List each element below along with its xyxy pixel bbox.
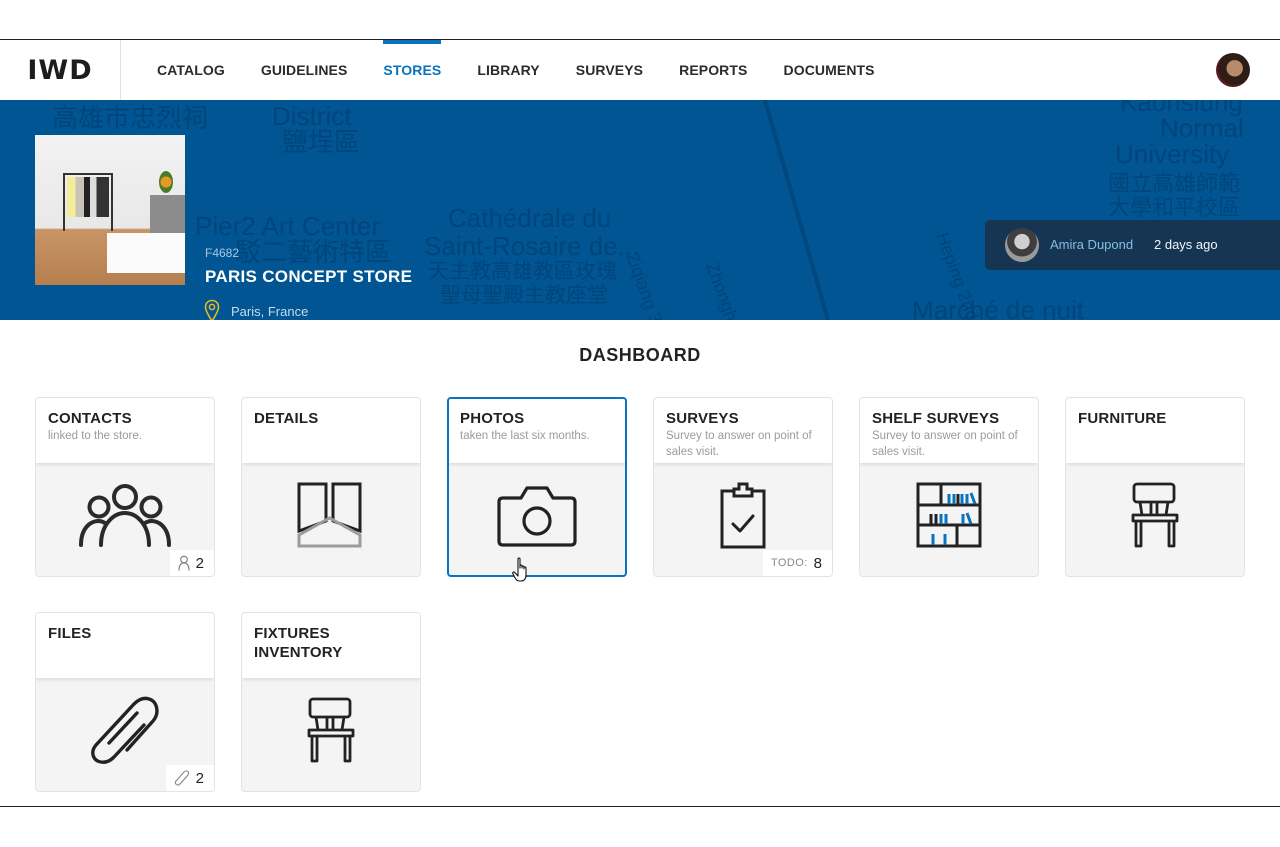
tile-subtitle: Survey to answer on point of sales visit…	[872, 430, 1018, 458]
nav-surveys[interactable]: SURVEYS	[558, 40, 661, 100]
map-label: 國立高雄師範	[1108, 171, 1241, 196]
map-label: Normal	[1160, 113, 1244, 143]
person-icon	[178, 555, 190, 571]
map-label: Cathédrale du	[448, 203, 612, 233]
nav-guidelines[interactable]: GUIDELINES	[243, 40, 366, 100]
tile-title: FURNITURE	[1078, 410, 1167, 427]
map-label: Pier2 Art Center	[195, 211, 380, 241]
top-navigation-bar: IWD CATALOG GUIDELINES STORES LIBRARY SU…	[0, 39, 1280, 100]
map-label: 聖母聖殿主教座堂	[440, 284, 608, 307]
todo-label: TODO:	[771, 557, 808, 569]
files-count-badge: 2	[165, 765, 214, 791]
user-avatar[interactable]	[1216, 53, 1250, 87]
map-pin-icon	[204, 299, 220, 320]
activity-user-avatar[interactable]	[1005, 228, 1039, 262]
tile-fixtures-inventory[interactable]: FIXTURES INVENTORY	[241, 612, 421, 792]
nav-reports[interactable]: REPORTS	[661, 40, 765, 100]
tile-contacts[interactable]: CONTACTS linked to the store. 2	[35, 397, 215, 577]
paperclip-small-icon	[174, 770, 189, 786]
activity-user-name[interactable]: Amira Dupond	[1050, 237, 1133, 252]
footer-divider	[0, 806, 1280, 807]
store-banner: 高雄市忠烈祠 District 鹽埕區 Pier2 Art Center 駁二藝…	[0, 100, 1280, 320]
last-activity: Amira Dupond 2 days ago	[985, 220, 1280, 270]
people-group-icon	[75, 480, 175, 550]
store-photo[interactable]	[35, 135, 185, 285]
map-label: Ziqiang 3rd Road	[622, 249, 689, 320]
paperclip-icon	[75, 695, 175, 765]
dashboard-title: DASHBOARD	[579, 345, 701, 365]
logo[interactable]: IWD	[0, 40, 121, 100]
map-label: 鹽埕區	[282, 127, 361, 157]
nav-library[interactable]: LIBRARY	[459, 40, 557, 100]
logo-text: IWD	[27, 54, 93, 86]
map-label: Zhonghua 4th Road	[701, 260, 775, 320]
map-label: 大學和平校區	[1108, 195, 1241, 220]
nav-catalog[interactable]: CATALOG	[139, 40, 243, 100]
tile-surveys[interactable]: SURVEYS Survey to answer on point of sal…	[653, 397, 833, 577]
tile-title: SURVEYS	[666, 410, 739, 427]
tile-details[interactable]: DETAILS	[241, 397, 421, 577]
surveys-todo-badge: TODO: 8	[763, 550, 832, 576]
todo-count: 8	[813, 554, 822, 572]
tile-photos[interactable]: PHOTOS taken the last six months.	[447, 397, 627, 577]
map-label: 高雄市忠烈祠	[52, 103, 209, 133]
storefront-details-icon	[281, 480, 381, 550]
tile-subtitle: taken the last six months.	[460, 430, 590, 442]
clipboard-check-icon	[693, 480, 793, 550]
map-label: Marché de nuit	[912, 295, 1084, 320]
tile-title: PHOTOS	[460, 410, 525, 427]
tile-files[interactable]: FILES 2	[35, 612, 215, 792]
tile-shelf-surveys[interactable]: SHELF SURVEYS Survey to answer on point …	[859, 397, 1039, 577]
contacts-count-badge: 2	[169, 550, 214, 576]
map-road	[760, 100, 831, 320]
map-label: University	[1115, 139, 1230, 169]
tile-title: FILES	[48, 625, 92, 642]
store-code: F4682	[205, 246, 240, 260]
map-label: District	[272, 101, 352, 131]
nav-documents[interactable]: DOCUMENTS	[766, 40, 893, 100]
tile-title: CONTACTS	[48, 410, 132, 427]
main-nav: CATALOG GUIDELINES STORES LIBRARY SURVEY…	[139, 40, 893, 100]
map-label: 駁二藝術特區	[235, 237, 392, 267]
activity-time: 2 days ago	[1154, 237, 1218, 252]
map-label: Saint-Rosaire de...	[424, 231, 640, 261]
camera-icon	[487, 480, 587, 550]
store-name: PARIS CONCEPT STORE	[205, 267, 413, 286]
store-location: Paris, France	[231, 304, 309, 319]
map-label: 天主教高雄教區玫瑰	[428, 260, 617, 283]
tile-title: DETAILS	[254, 410, 319, 427]
chair-icon	[1105, 480, 1205, 550]
tile-title: SHELF SURVEYS	[872, 410, 1000, 427]
hand-pointer-cursor-icon	[512, 557, 527, 582]
map-label: Kaohsiung	[1120, 100, 1243, 117]
nav-stores[interactable]: STORES	[365, 40, 459, 100]
tile-title: FIXTURES INVENTORY	[254, 625, 343, 661]
chair-icon	[281, 695, 381, 765]
tile-furniture[interactable]: FURNITURE	[1065, 397, 1245, 577]
tile-subtitle: Survey to answer on point of sales visit…	[666, 430, 812, 458]
bookshelf-icon	[899, 480, 999, 550]
files-count: 2	[195, 769, 204, 787]
tile-subtitle: linked to the store.	[48, 430, 142, 442]
contacts-count: 2	[195, 554, 204, 572]
